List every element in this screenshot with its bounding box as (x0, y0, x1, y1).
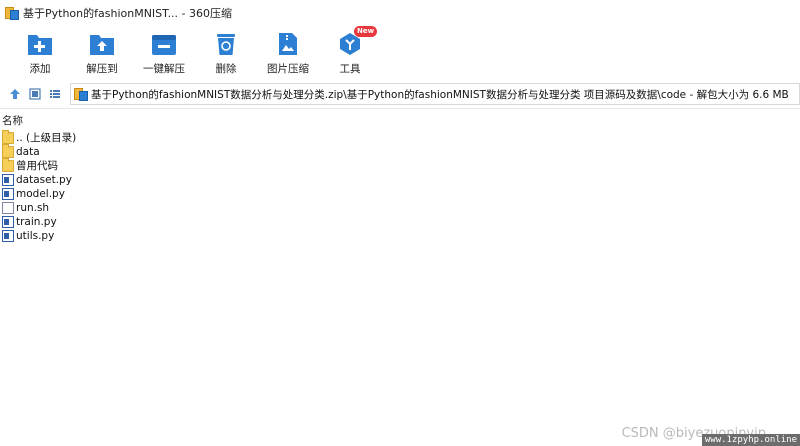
column-header-name[interactable]: 名称 (2, 113, 23, 128)
python-file-icon (2, 188, 14, 200)
watermark-site: www.1zpyhp.online (701, 434, 800, 446)
path-text: 基于Python的fashionMNIST数据分析与处理分类.zip\基于Pyt… (91, 88, 789, 101)
list-item-name: dataset.py (16, 174, 72, 186)
folder-icon (2, 144, 14, 158)
title-bar: 基于Python的fashionMNIST... - 360压缩 (0, 0, 800, 26)
list-view-icon (50, 90, 60, 98)
folder-icon (2, 130, 14, 144)
python-file-icon (2, 216, 14, 228)
image-compress-button[interactable]: 图片压缩 (258, 31, 318, 77)
file-list: .. (上级目录) data 曾用代码 dataset.py model.py … (2, 130, 77, 243)
list-item-name: train.py (16, 216, 57, 228)
list-item-name: utils.py (16, 230, 55, 242)
one-click-extract-button[interactable]: 一键解压 (134, 31, 194, 77)
list-item[interactable]: model.py (2, 187, 76, 201)
path-field[interactable]: 基于Python的fashionMNIST数据分析与处理分类.zip\基于Pyt… (70, 83, 800, 105)
list-item[interactable]: run.sh (2, 201, 76, 215)
python-file-icon (2, 174, 14, 186)
archive-app-icon (5, 6, 19, 20)
new-badge: New (354, 26, 378, 37)
archive-icon (74, 87, 88, 101)
tools-label: 工具 (339, 63, 361, 75)
list-item[interactable]: data (2, 144, 76, 159)
shell-file-icon (2, 202, 14, 214)
extract-to-button[interactable]: 解压到 (72, 31, 132, 77)
list-item-name: data (16, 146, 40, 158)
list-item[interactable]: .. (上级目录) (2, 130, 77, 145)
up-level-button[interactable] (7, 86, 23, 102)
delete-label: 删除 (215, 63, 237, 75)
add-icon (26, 31, 54, 57)
list-item[interactable]: utils.py (2, 229, 76, 243)
delete-button[interactable]: 删除 (196, 31, 256, 77)
extract-to-icon (88, 31, 116, 57)
one-click-extract-label: 一键解压 (143, 63, 185, 75)
add-label: 添加 (29, 63, 51, 75)
list-item-name: model.py (16, 188, 65, 200)
list-view-button[interactable] (47, 86, 63, 102)
list-item-name: run.sh (16, 202, 50, 214)
arrow-up-icon (10, 89, 20, 99)
tools-icon: New (336, 26, 378, 57)
folder-icon (2, 158, 14, 172)
list-item-name: .. (上级目录) (16, 132, 77, 144)
window-title: 基于Python的fashionMNIST... - 360压缩 (23, 7, 233, 20)
file-list-panel: 名称 .. (上级目录) data 曾用代码 dataset.py model.… (0, 108, 800, 446)
list-item[interactable]: dataset.py (2, 173, 76, 187)
tools-button[interactable]: New 工具 (320, 26, 380, 77)
address-bar: 基于Python的fashionMNIST数据分析与处理分类.zip\基于Pyt… (0, 82, 800, 106)
list-item[interactable]: train.py (2, 215, 76, 229)
thumbnail-view-button[interactable] (27, 86, 43, 102)
image-compress-label: 图片压缩 (267, 63, 309, 75)
image-compress-icon (274, 31, 302, 57)
add-button[interactable]: 添加 (10, 31, 70, 77)
one-click-extract-icon (150, 31, 178, 57)
thumbnail-view-icon (29, 88, 41, 100)
list-item[interactable]: 曾用代码 (2, 158, 76, 173)
extract-to-label: 解压到 (86, 63, 118, 75)
delete-icon (212, 31, 240, 57)
list-item-name: 曾用代码 (16, 160, 58, 172)
toolbar: 添加 解压到 一键解压 删除 图片压缩 New 工具 (0, 26, 800, 78)
python-file-icon (2, 230, 14, 242)
